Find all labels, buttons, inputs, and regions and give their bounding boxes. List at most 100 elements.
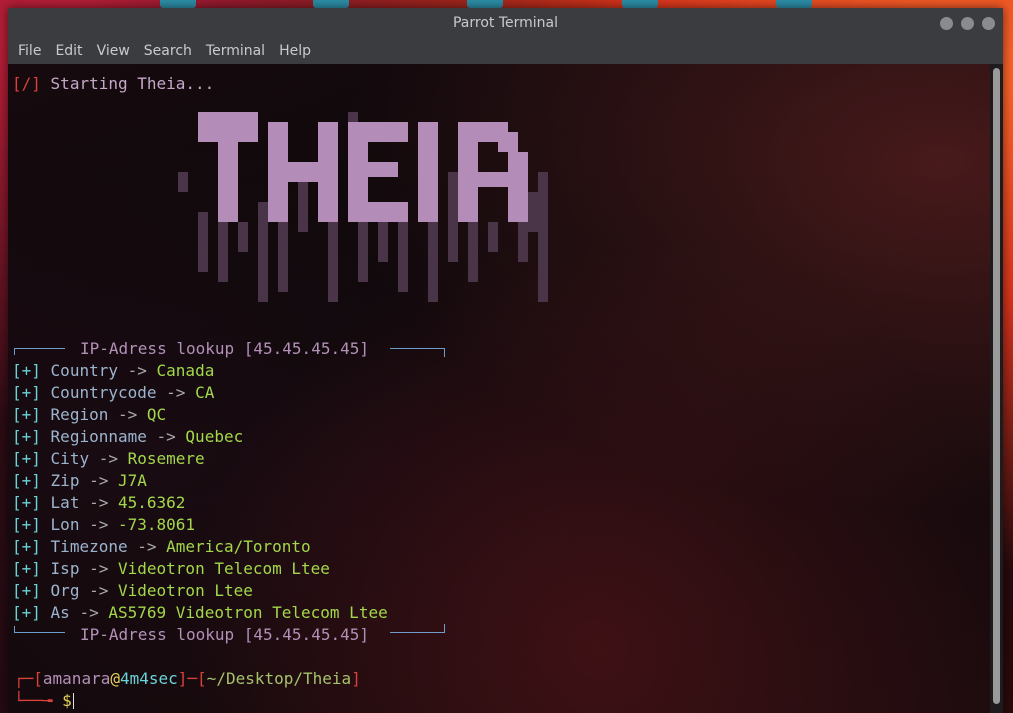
text-cursor xyxy=(72,693,74,709)
prompt-input-line[interactable]: └──╼ $ xyxy=(14,690,74,712)
menu-file[interactable]: File xyxy=(11,43,48,59)
prompt-corner: ┌─[ xyxy=(14,669,43,688)
prompt-symbol: $ xyxy=(62,691,72,710)
result-marker: [+] xyxy=(12,515,41,534)
result-marker: [+] xyxy=(12,427,41,446)
result-marker: [+] xyxy=(12,581,41,600)
theia-ascii-logo xyxy=(178,112,548,302)
result-key: As xyxy=(50,603,70,622)
lookup-footer: IP-Adress lookup [45.45.45.45] xyxy=(80,625,369,644)
result-value: Videotron Telecom Ltee xyxy=(118,559,330,578)
result-key: Timezone xyxy=(50,537,128,556)
menu-edit[interactable]: Edit xyxy=(48,43,89,59)
result-row: [+] Isp -> Videotron Telecom Ltee xyxy=(12,558,330,580)
result-key: Isp xyxy=(50,559,80,578)
prompt-path: ~/Desktop/Theia xyxy=(206,669,352,688)
desktop-folder-icon[interactable] xyxy=(622,0,658,8)
scrollbar[interactable] xyxy=(990,64,1003,713)
result-marker: [+] xyxy=(12,383,41,402)
prompt-close: ] xyxy=(351,669,361,688)
result-key: Regionname xyxy=(50,427,147,446)
result-arrow: -> xyxy=(89,493,109,512)
result-arrow: -> xyxy=(89,471,109,490)
result-value: Quebec xyxy=(185,427,244,446)
prompt-line: ┌─[amanara@4m4sec]─[~/Desktop/Theia] xyxy=(14,668,361,690)
result-arrow: -> xyxy=(89,515,109,534)
result-arrow: -> xyxy=(79,603,99,622)
result-row: [+] Lon -> -73.8061 xyxy=(12,514,195,536)
prompt-at: @ xyxy=(110,669,120,688)
result-marker: [+] xyxy=(12,493,41,512)
lookup-header: IP-Adress lookup [45.45.45.45] xyxy=(80,339,369,358)
result-value: -73.8061 xyxy=(118,515,196,534)
result-marker: [+] xyxy=(12,449,41,468)
prompt-user: amanara xyxy=(42,669,111,688)
prompt-host: 4m4sec xyxy=(119,669,178,688)
result-marker: [+] xyxy=(12,361,41,380)
box-corner-bl xyxy=(14,626,65,633)
start-marker: [/] xyxy=(12,74,41,93)
desktop-folder-icon[interactable] xyxy=(313,0,349,8)
result-arrow: -> xyxy=(117,405,138,424)
menu-terminal[interactable]: Terminal xyxy=(199,43,272,59)
result-marker: [+] xyxy=(12,405,41,424)
minimize-button[interactable] xyxy=(940,17,953,30)
result-value: Canada xyxy=(156,361,215,380)
result-arrow: -> xyxy=(89,559,109,578)
result-arrow: -> xyxy=(156,427,176,446)
result-key: Lat xyxy=(50,493,80,512)
result-value: J7A xyxy=(118,471,147,490)
result-arrow: -> xyxy=(98,449,118,468)
maximize-button[interactable] xyxy=(961,17,974,30)
result-row: [+] Regionname -> Quebec xyxy=(12,426,243,448)
result-row: [+] Country -> Canada xyxy=(12,360,214,382)
menu-view[interactable]: View xyxy=(90,43,137,59)
window-titlebar[interactable]: Parrot Terminal xyxy=(8,8,1003,38)
menu-search[interactable]: Search xyxy=(137,43,199,59)
window-title: Parrot Terminal xyxy=(452,15,559,31)
prompt-sep: ]─[ xyxy=(177,669,207,688)
result-row: [+] As -> AS5769 Videotron Telecom Ltee xyxy=(12,602,388,624)
result-key: Zip xyxy=(50,471,80,490)
result-key: Org xyxy=(50,581,80,600)
start-line: [/] Starting Theia... xyxy=(12,73,214,95)
result-key: Lon xyxy=(50,515,80,534)
result-marker: [+] xyxy=(12,537,41,556)
start-text: Starting Theia... xyxy=(50,74,215,93)
result-marker: [+] xyxy=(12,471,41,490)
result-key: Region xyxy=(50,405,109,424)
close-button[interactable] xyxy=(982,17,995,30)
result-value: 45.6362 xyxy=(118,493,186,512)
result-value: QC xyxy=(146,405,167,424)
menu-help[interactable]: Help xyxy=(272,43,318,59)
result-key: Country xyxy=(50,361,118,380)
result-key: Countrycode xyxy=(50,383,157,402)
result-row: [+] City -> Rosemere xyxy=(12,448,205,470)
desktop-folder-icon[interactable] xyxy=(467,0,503,8)
window-controls xyxy=(940,17,995,30)
terminal-output[interactable]: [/] Starting Theia... IP-Adress lookup [… xyxy=(8,64,990,713)
result-row: [+] Lat -> 45.6362 xyxy=(12,492,185,514)
result-row: [+] Countrycode -> CA xyxy=(12,382,214,404)
result-arrow: -> xyxy=(166,383,186,402)
result-value: America/Toronto xyxy=(166,537,311,556)
result-row: [+] Region -> QC xyxy=(12,404,166,426)
result-arrow: -> xyxy=(137,537,157,556)
result-row: [+] Zip -> J7A xyxy=(12,470,147,492)
terminal-window: Parrot Terminal File Edit View Search Te… xyxy=(8,8,1003,713)
box-corner-tl xyxy=(14,348,65,355)
result-marker: [+] xyxy=(12,603,41,622)
result-arrow: -> xyxy=(127,361,147,380)
result-marker: [+] xyxy=(12,559,41,578)
box-corner-tr xyxy=(390,348,445,357)
result-key: City xyxy=(50,449,90,468)
result-row: [+] Timezone -> America/Toronto xyxy=(12,536,311,558)
result-value: AS5769 Videotron Telecom Ltee xyxy=(108,603,388,622)
desktop-folder-icon[interactable] xyxy=(160,0,196,8)
result-row: [+] Org -> Videotron Ltee xyxy=(12,580,253,602)
desktop-folder-icon[interactable] xyxy=(776,0,812,8)
menu-bar: File Edit View Search Terminal Help xyxy=(8,38,1003,64)
prompt-arrow: └──╼ xyxy=(14,691,63,710)
scroll-thumb[interactable] xyxy=(993,68,1000,704)
result-value: Rosemere xyxy=(127,449,205,468)
